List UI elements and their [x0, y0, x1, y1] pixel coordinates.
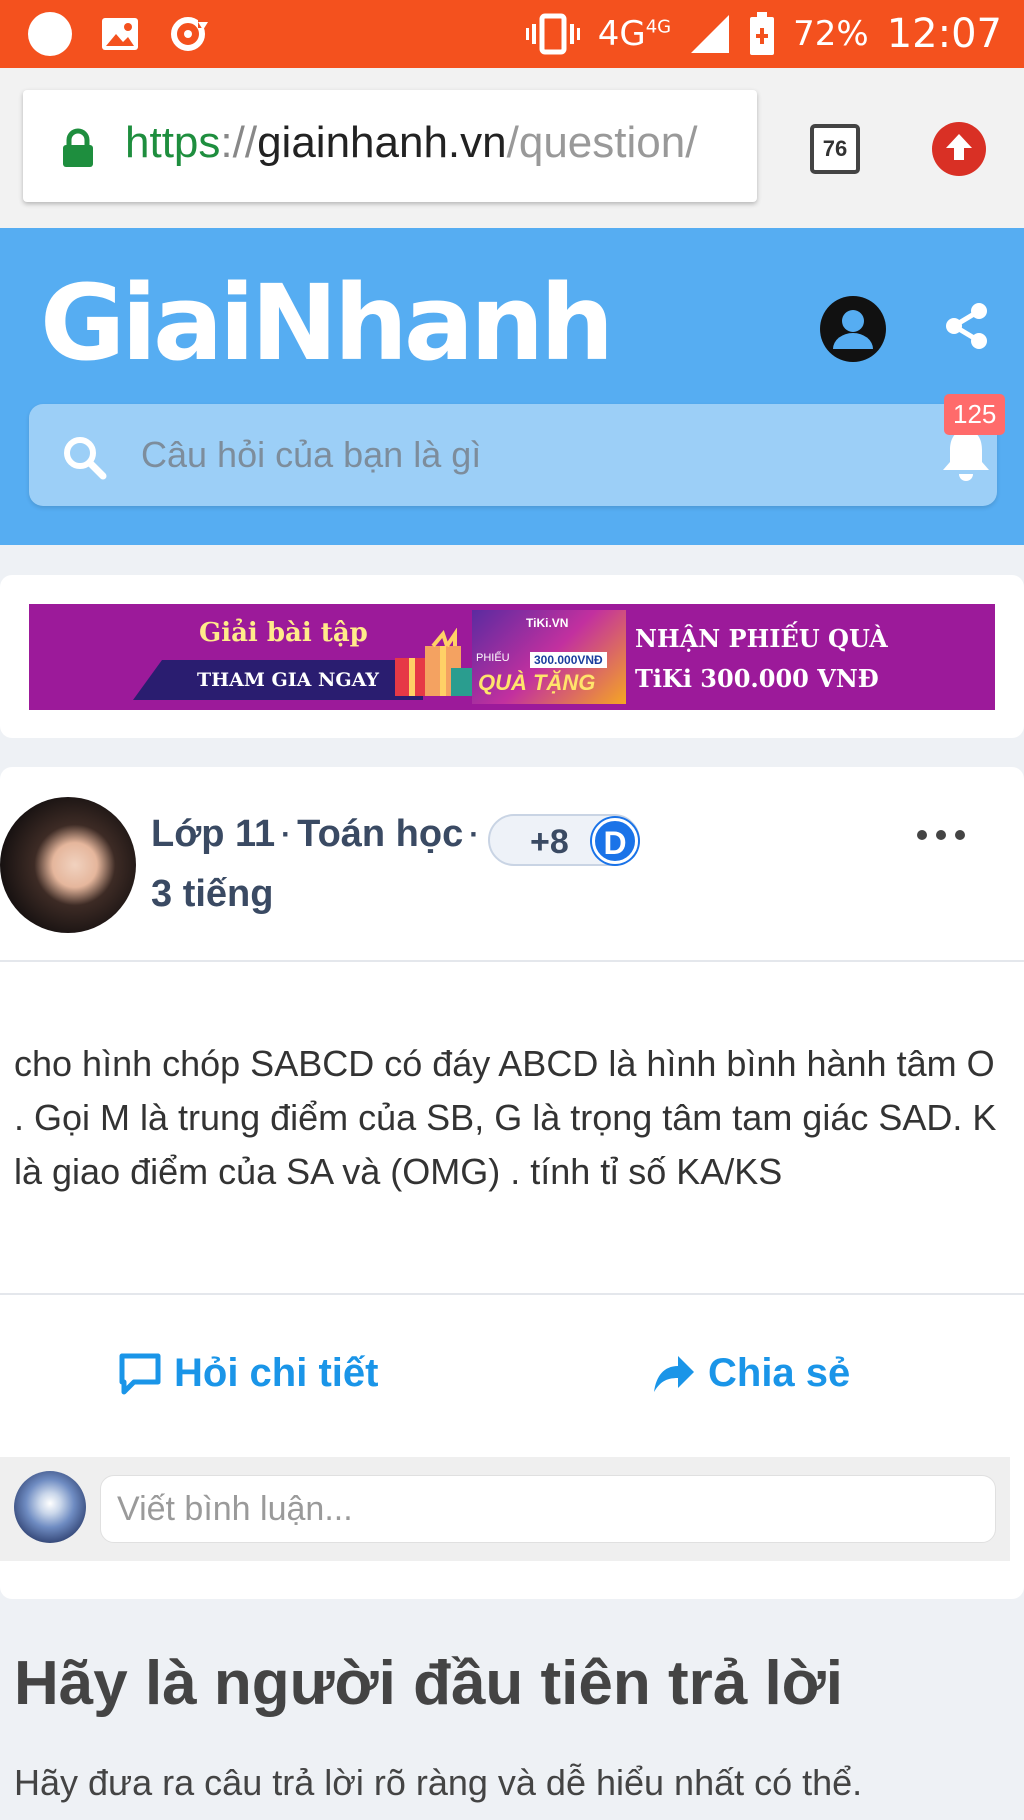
url-text[interactable]: https://giainhanh.vn/question/	[125, 118, 697, 168]
url-host: giainhanh.vn	[257, 118, 507, 167]
banner-cta: THAM GIA NGAY	[133, 660, 423, 700]
question-meta: Lớp 11 · Toán học ·	[151, 813, 485, 856]
share-icon[interactable]	[945, 302, 989, 350]
search-icon	[64, 437, 107, 480]
search-bar[interactable]	[29, 404, 997, 506]
notification-dot-icon	[28, 12, 72, 56]
comment-row: Viết bình luận...	[0, 1457, 1010, 1561]
share-label: Chia sẻ	[708, 1351, 851, 1395]
voucher-title: QUÀ TẶNG	[478, 670, 596, 695]
network-type: 4G4G	[597, 14, 672, 54]
upload-icon[interactable]	[932, 122, 986, 176]
bell-icon[interactable]	[940, 426, 992, 486]
level-badge: D	[592, 818, 638, 864]
meta-separator: ·	[469, 817, 480, 851]
gift-boxes-icon	[395, 628, 475, 696]
divider	[0, 960, 1024, 962]
url-separator: ://	[220, 118, 258, 167]
banner-right-line2: TiKi 300.000 VNĐ	[635, 664, 879, 693]
browser-toolbar: https://giainhanh.vn/question/ 76	[0, 68, 1024, 228]
share-button[interactable]: Chia sẻ	[652, 1351, 850, 1396]
network-type-sup: 4G	[645, 16, 672, 38]
grade-label[interactable]: Lớp 11	[151, 813, 275, 856]
comment-input[interactable]: Viết bình luận...	[100, 1475, 996, 1543]
status-left-icons	[28, 12, 212, 56]
voucher-amount: 300.000VNĐ	[530, 652, 607, 668]
points-value: +8	[530, 823, 569, 861]
vibrate-icon	[525, 13, 580, 55]
current-user-avatar	[14, 1471, 86, 1543]
time-ago: 3 tiếng	[151, 873, 274, 915]
share-arrow-icon	[654, 1355, 694, 1392]
lock-icon	[63, 128, 93, 167]
answers-subtitle: Hãy đưa ra câu trả lời rõ ràng và dễ hiể…	[14, 1762, 863, 1803]
more-options-icon[interactable]	[916, 829, 966, 841]
search-input[interactable]	[141, 404, 841, 506]
promo-banner[interactable]: Giải bài tập THAM GIA NGAY TiKi.VN PHIẾU…	[29, 604, 995, 710]
site-logo[interactable]: GiaiNhanh	[40, 262, 614, 384]
ask-detail-label: Hỏi chi tiết	[174, 1351, 379, 1395]
subject-label[interactable]: Toán học	[297, 813, 463, 856]
notification-count-badge: 125	[944, 394, 1006, 435]
upload-arrow-icon	[946, 134, 972, 160]
voucher-label: PHIẾU	[476, 652, 510, 664]
clock: 12:07	[886, 11, 1002, 57]
status-bar: 4G4G 72% 12:07	[0, 0, 1024, 68]
banner-card: Giải bài tập THAM GIA NGAY TiKi.VN PHIẾU…	[0, 575, 1024, 738]
voucher-brand: TiKi.VN	[526, 616, 569, 630]
battery-level: 72%	[793, 14, 869, 54]
image-icon	[102, 18, 138, 50]
divider	[0, 1293, 1024, 1295]
sync-icon	[171, 14, 212, 51]
status-right: 4G4G 72% 12:07	[525, 0, 1002, 68]
question-card: Lớp 11 · Toán học · +8 D 3 tiếng cho hìn…	[0, 767, 1024, 1599]
avatar[interactable]	[0, 797, 136, 933]
address-bar[interactable]: https://giainhanh.vn/question/	[23, 90, 757, 202]
question-text: cho hình chóp SABCD có đáy ABCD là hình …	[14, 1043, 997, 1192]
url-scheme: https	[125, 118, 221, 167]
tabs-icon[interactable]: 76	[810, 124, 860, 174]
points-badge: +8 D	[488, 814, 640, 866]
battery-charging-icon	[750, 12, 775, 55]
banner-right-line1: NHẬN PHIẾU QUÀ	[635, 624, 888, 653]
banner-title: Giải bài tập	[199, 618, 368, 648]
tab-count: 76	[822, 136, 848, 161]
ask-detail-button[interactable]: Hỏi chi tiết	[118, 1351, 378, 1396]
signal-icon	[691, 15, 730, 53]
voucher-image: TiKi.VN PHIẾU 300.000VNĐ QUÀ TẶNG	[472, 610, 626, 704]
site-header: GiaiNhanh 125	[0, 228, 1024, 545]
url-path: /question/	[506, 118, 698, 167]
user-icon[interactable]	[819, 295, 887, 363]
meta-separator: ·	[281, 817, 292, 851]
comment-icon	[119, 1353, 161, 1394]
answers-title: Hãy là người đầu tiên trả lời	[14, 1649, 843, 1718]
